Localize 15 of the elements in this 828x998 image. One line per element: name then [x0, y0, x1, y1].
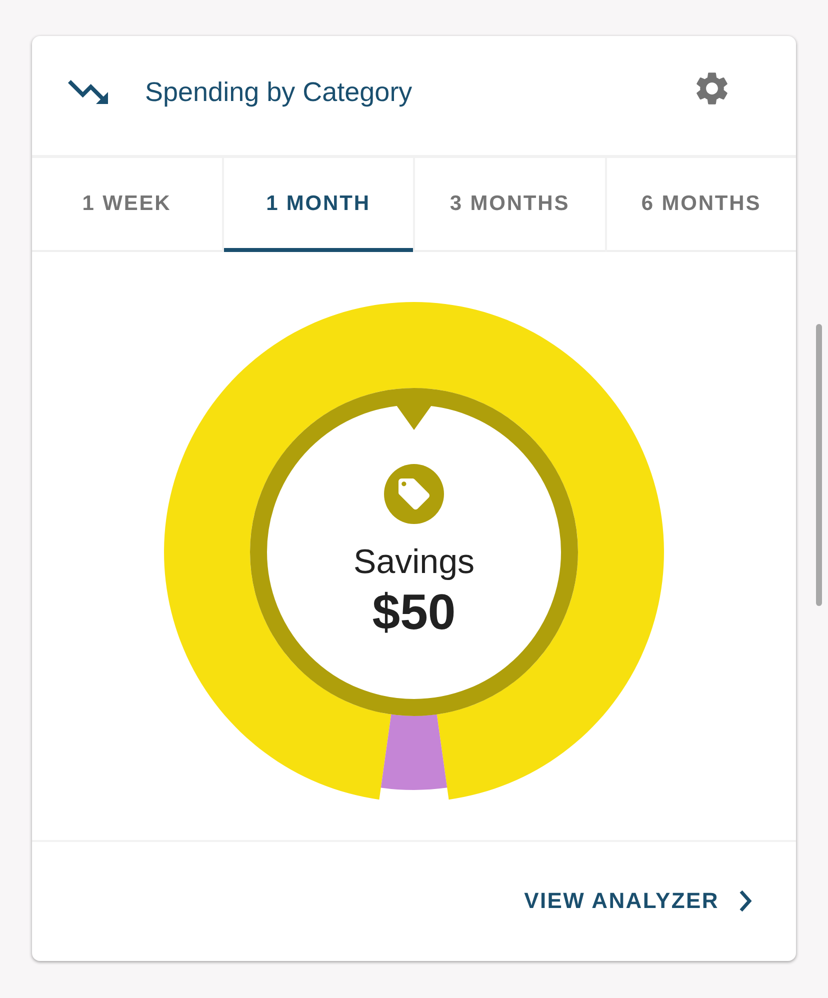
- settings-icon[interactable]: [696, 72, 728, 105]
- donut-slice[interactable]: [164, 302, 664, 800]
- donut-slice[interactable]: [380, 714, 448, 790]
- tag-icon: [384, 464, 444, 524]
- trending-down-icon: [68, 80, 108, 104]
- category-label: Savings: [354, 542, 474, 582]
- period-tab[interactable]: 1 WEEK: [32, 158, 222, 252]
- period-tab[interactable]: 3 MONTHS: [415, 158, 604, 252]
- period-tab[interactable]: 1 MONTH: [224, 158, 413, 252]
- scrollbar[interactable]: [816, 324, 822, 606]
- period-tab[interactable]: 6 MONTHS: [606, 158, 796, 252]
- card-title: Spending by Category: [145, 77, 412, 108]
- view-analyzer-link[interactable]: VIEW ANALYZER: [524, 888, 752, 914]
- chevron-right-icon: [739, 890, 752, 912]
- category-amount: $50: [372, 584, 456, 640]
